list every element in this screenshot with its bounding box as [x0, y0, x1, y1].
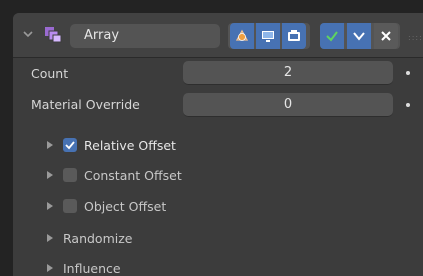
subpanel-constant-offset[interactable]: Constant Offset [47, 165, 182, 185]
action-button-group [320, 23, 400, 49]
subpanel-object-offset[interactable]: Object Offset [47, 196, 166, 216]
relative-offset-checkbox[interactable] [63, 138, 77, 152]
material-override-label: Material Override [31, 97, 140, 112]
subpanel-relative-offset[interactable]: Relative Offset [47, 135, 176, 155]
expand-arrow-icon [47, 234, 53, 242]
check-icon [326, 31, 338, 42]
array-modifier-icon [45, 27, 62, 43]
collapse-chevron-icon[interactable] [22, 28, 34, 40]
expand-arrow-icon [47, 141, 53, 149]
close-icon [381, 31, 391, 41]
constant-offset-checkbox[interactable] [63, 168, 77, 182]
influence-label: Influence [63, 260, 121, 276]
modifier-header: Array:::: [13, 13, 423, 58]
monitor-icon [262, 31, 274, 42]
object-offset-checkbox[interactable] [63, 199, 77, 213]
subpanel-influence[interactable]: Influence [47, 258, 121, 276]
object-offset-label: Object Offset [84, 198, 167, 214]
expand-arrow-icon [47, 202, 53, 210]
count-keyframe-dot[interactable] [406, 71, 410, 75]
delete-button[interactable] [374, 23, 398, 49]
modifier-name-field[interactable]: Array [70, 24, 220, 48]
expand-arrow-icon [47, 171, 53, 179]
triangle-vertex-icon [235, 29, 249, 41]
drag-handle[interactable]: :::: [408, 33, 423, 42]
apply-button[interactable] [320, 23, 344, 49]
constant-offset-label: Constant Offset [84, 167, 182, 183]
relative-offset-label: Relative Offset [84, 137, 176, 153]
expand-arrow-icon [47, 264, 53, 272]
camera-icon [288, 30, 300, 41]
count-field[interactable]: 2 [183, 61, 393, 85]
randomize-label: Randomize [63, 230, 133, 246]
material-override-keyframe-dot[interactable] [406, 103, 410, 107]
material-override-field[interactable]: 0 [183, 93, 393, 117]
check-icon [65, 141, 75, 150]
display-toggle-group [228, 23, 310, 49]
render-toggle[interactable] [282, 23, 306, 49]
realtime-toggle[interactable] [256, 23, 280, 49]
chevron-down-icon [353, 32, 365, 41]
subpanel-randomize[interactable]: Randomize [47, 228, 132, 248]
count-label: Count [31, 66, 69, 81]
modifier-menu-button[interactable] [347, 23, 371, 49]
array-modifier-panel: Array:::: Count 2 Material Override 0 R… [13, 13, 423, 276]
edit-cage-toggle[interactable] [230, 23, 254, 49]
